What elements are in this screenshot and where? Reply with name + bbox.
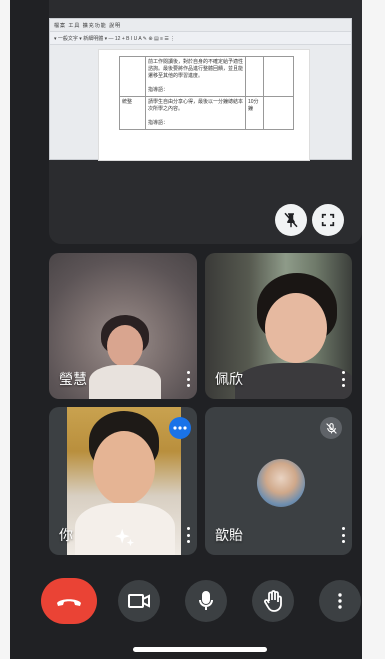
raise-hand-icon: [264, 590, 282, 612]
end-call-button[interactable]: [41, 578, 97, 624]
fullscreen-icon: [321, 213, 335, 227]
more-options-button[interactable]: [340, 527, 346, 543]
muted-indicator: [320, 417, 342, 439]
participant-name: 你: [59, 527, 73, 543]
more-vert-icon: [338, 593, 342, 609]
table-cell: [263, 56, 294, 97]
camera-button[interactable]: [118, 580, 160, 622]
table-cell: [263, 96, 294, 130]
more-button[interactable]: [319, 580, 361, 622]
screen-share-tile[interactable]: 檔案 工具 擴充功能 說明 ▾ 一般文字 ▾ 新細明體 ▾ — 12 + B I…: [49, 0, 362, 244]
participant-video: [89, 365, 161, 399]
more-horiz-icon: [173, 426, 187, 430]
table-cell: [119, 56, 146, 97]
effects-button[interactable]: [111, 525, 137, 551]
participant-video: [107, 325, 143, 367]
participant-tile[interactable]: 歆貽: [205, 407, 352, 555]
doc-page: 前工作閱讀後，對於自身的不確定給予適性諮詢。最後要將作品進行整體回饋，並且能遷移…: [98, 49, 310, 161]
meet-call-screen: 檔案 工具 擴充功能 說明 ▾ 一般文字 ▾ 新細明體 ▾ — 12 + B I…: [10, 0, 362, 659]
table-row: 統整 請學生自由分享心得，最後以一分鐘總結本次所學之內容。 指導語： 10分鐘: [119, 96, 294, 130]
doc-menu-bar: 檔案 工具 擴充功能 說明: [54, 23, 122, 29]
more-options-button[interactable]: [185, 371, 191, 387]
more-options-button[interactable]: [340, 371, 346, 387]
fullscreen-button[interactable]: [312, 204, 344, 236]
microphone-icon: [199, 591, 213, 610]
participant-video: [265, 293, 327, 363]
mic-off-icon: [325, 422, 337, 434]
more-options-button[interactable]: [185, 527, 191, 543]
table-row: 前工作閱讀後，對於自身的不確定給予適性諮詢。最後要將作品進行整體回饋，並且能遷移…: [119, 56, 294, 97]
avatar: [257, 459, 305, 507]
table-cell: 10分鐘: [245, 96, 264, 130]
participant-name: 瑩慧: [59, 371, 87, 387]
participant-tile[interactable]: 瑩慧: [49, 253, 197, 399]
participant-name: 佩欣: [215, 371, 243, 387]
table-cell: 請學生自由分享心得，最後以一分鐘總結本次所學之內容。 指導語：: [145, 96, 246, 130]
home-indicator[interactable]: [133, 647, 267, 652]
table-cell: [245, 56, 264, 97]
self-options-button[interactable]: [169, 417, 191, 439]
unpin-icon: [284, 212, 298, 228]
shared-document: 檔案 工具 擴充功能 說明 ▾ 一般文字 ▾ 新細明體 ▾ — 12 + B I…: [49, 18, 352, 161]
participant-tile[interactable]: 佩欣: [205, 253, 352, 399]
camera-icon: [128, 594, 150, 608]
participant-name: 歆貽: [215, 527, 243, 543]
table-cell: 前工作閱讀後，對於自身的不確定給予適性諮詢。最後要將作品進行整體回饋，並且能遷移…: [145, 56, 246, 97]
doc-toolbar: ▾ 一般文字 ▾ 新細明體 ▾ — 12 + B I U A ✎ ⊕ ▤ ≡ ☰…: [50, 31, 351, 45]
end-call-icon: [57, 599, 81, 606]
table-cell: 統整: [119, 96, 146, 130]
participant-video: [235, 363, 352, 399]
self-view-tile[interactable]: 你: [49, 407, 197, 555]
microphone-button[interactable]: [185, 580, 227, 622]
sparkle-effects-icon: [114, 528, 135, 547]
self-video: [93, 431, 155, 505]
doc-table: 前工作閱讀後，對於自身的不確定給予適性諮詢。最後要將作品進行整體回饋，並且能遷移…: [119, 56, 294, 130]
unpin-button[interactable]: [275, 204, 307, 236]
raise-hand-button[interactable]: [252, 580, 294, 622]
